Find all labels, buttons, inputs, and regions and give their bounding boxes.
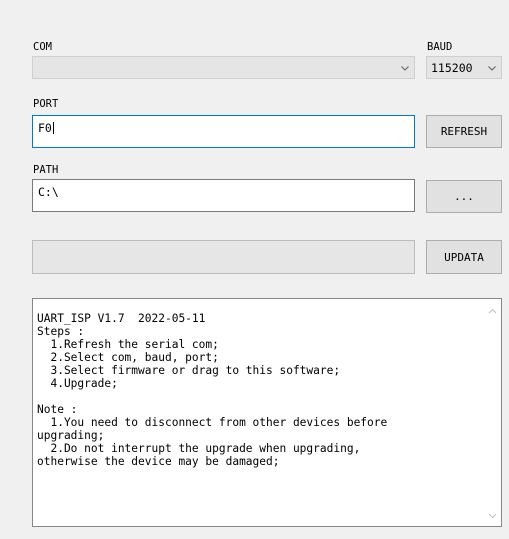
scroll-down-arrow-icon[interactable] [487,510,498,521]
baud-select[interactable]: 115200 [426,56,502,79]
refresh-button[interactable]: REFRESH [426,115,502,148]
log-line: 2.Do not interrupt the upgrade when upgr… [37,442,361,455]
log-line: 3.Select firmware or drag to this softwa… [37,364,341,377]
log-line: 1.You need to disconnect from other devi… [37,416,388,429]
log-line: Note : [37,403,78,416]
path-label: PATH [33,164,59,176]
log-line: otherwise the device may be damaged; [37,455,280,468]
log-line: 4.Upgrade; [37,377,118,390]
path-value: C:\ [38,185,59,199]
upgrade-progress-bar [32,240,415,274]
port-label: PORT [33,98,59,110]
path-input[interactable]: C:\ [32,179,415,212]
log-text: UART_ISP V1.7 2022-05-11 Steps : 1.Refres… [37,312,497,468]
log-line: 1.Refresh the serial com; [37,338,219,351]
uart-isp-window: COM BAUD 115200 PORT F0 REFRESH PATH C:\… [0,0,509,539]
log-line: upgrading; [37,429,105,442]
baud-label: BAUD [427,41,453,53]
chevron-down-icon [488,65,496,71]
log-line: 2.Select com, baud, port; [37,351,219,364]
log-line: Steps : [37,325,85,338]
com-select[interactable] [32,56,415,79]
browse-button[interactable]: ... [426,180,502,213]
log-textbox[interactable]: UART_ISP V1.7 2022-05-11 Steps : 1.Refres… [32,298,502,527]
chevron-down-icon [401,65,409,71]
baud-value: 115200 [431,60,473,75]
com-label: COM [33,41,52,53]
text-caret [52,122,54,134]
scroll-up-arrow-icon[interactable] [487,306,498,317]
log-line: UART_ISP V1.7 2022-05-11 [37,312,206,325]
update-button[interactable]: UPDATA [426,240,502,274]
port-input[interactable]: F0 [32,115,415,148]
log-scrollbar[interactable] [484,299,501,526]
port-value: F0 [38,121,52,135]
